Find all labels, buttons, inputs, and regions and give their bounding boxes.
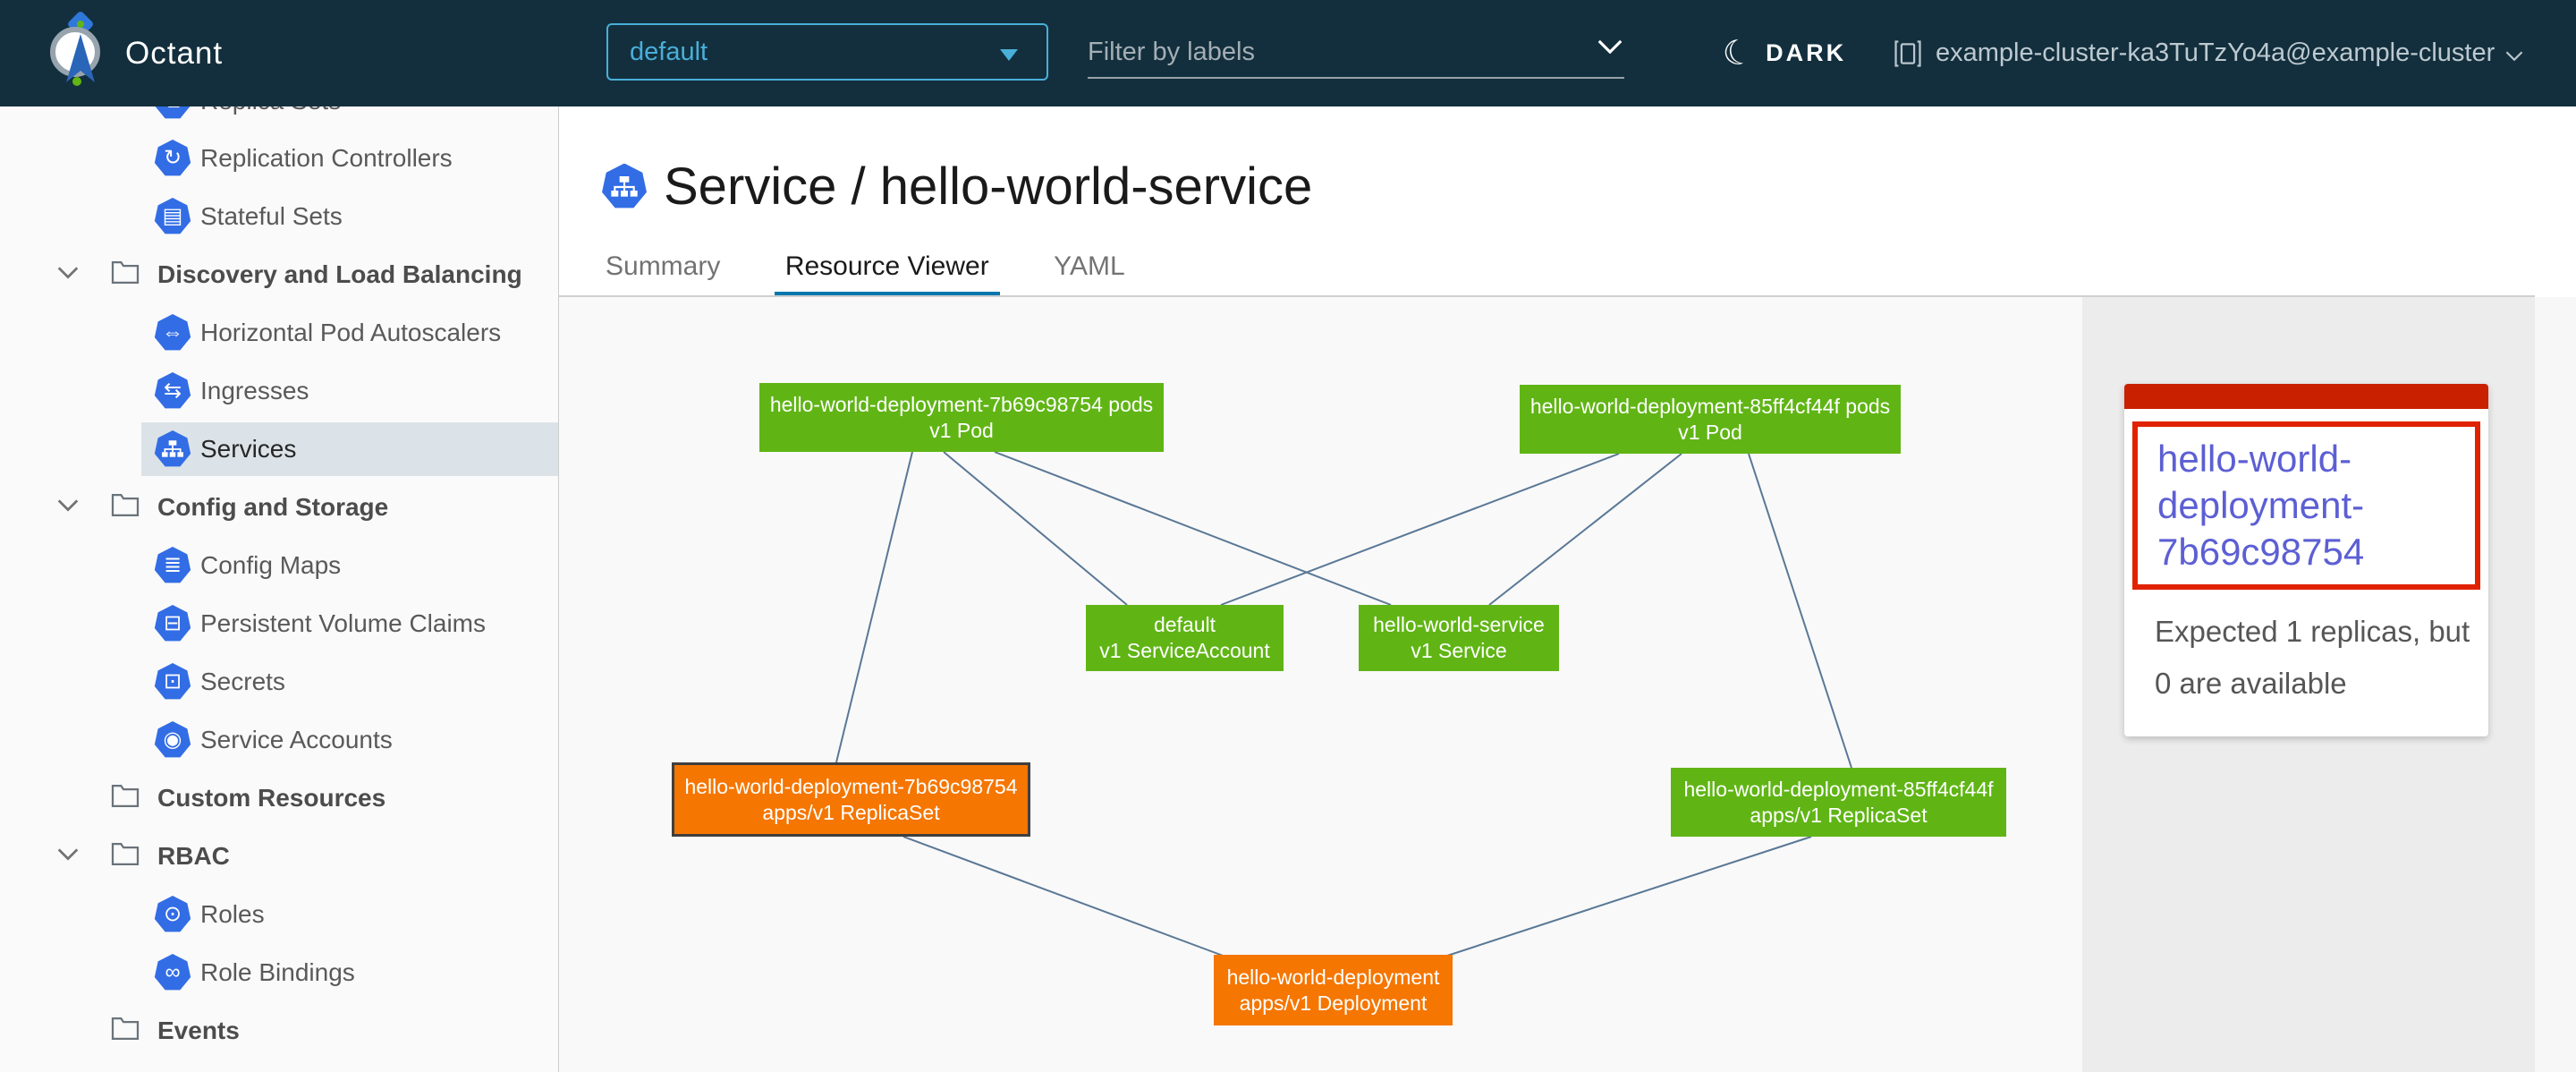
sidebar-item-ingresses[interactable]: ⇆ Ingresses — [0, 364, 558, 418]
graph-node-serviceaccount-default[interactable]: default v1 ServiceAccount — [1086, 605, 1284, 671]
sidebar-item-services[interactable]: Services — [0, 422, 558, 476]
service-accounts-icon: ◉ — [154, 721, 191, 759]
logo-bottom-dot — [72, 77, 81, 86]
folder-icon — [111, 260, 140, 289]
folder-icon — [111, 784, 140, 813]
replica-warning-message: Expected 1 replicas, but 0 are available — [2124, 590, 2488, 736]
graph-node-replicaset-7b69c98754[interactable]: hello-world-deployment-7b69c98754 apps/v… — [672, 762, 1030, 837]
moon-icon: ☾ — [1719, 33, 1756, 72]
sidebar-group-discovery-and-load-balancing[interactable]: Discovery and Load Balancing — [0, 248, 558, 302]
content-header: Service / hello-world-service Summary Re… — [559, 106, 2576, 297]
chevron-down-icon[interactable] — [57, 848, 79, 865]
resource-viewer-graph: hello-world-deployment-7b69c98754 pods v… — [559, 297, 2082, 1072]
detail-panel: hello-world-deployment-7b69c98754 Expect… — [2082, 297, 2535, 1072]
tab-yaml[interactable]: YAML — [1043, 241, 1135, 297]
chevron-down-icon — [2505, 49, 2523, 65]
graph-node-replicaset-85ff4cf44f[interactable]: hello-world-deployment-85ff4cf44f apps/v… — [1671, 768, 2006, 837]
resource-detail-card: hello-world-deployment-7b69c98754 Expect… — [2124, 384, 2488, 736]
dark-theme-label: DARK — [1766, 39, 1846, 67]
sidebar-item-roles[interactable]: ⊙ Roles — [0, 888, 558, 941]
sidebar-item-replication-controllers[interactable]: ↻ Replication Controllers — [0, 132, 558, 185]
secrets-icon: ⊡ — [154, 663, 191, 701]
cluster-context-selector[interactable]: example-cluster-ka3TuTzYo4a@example-clus… — [1893, 0, 2523, 106]
graph-node-pod-7b69c98754[interactable]: hello-world-deployment-7b69c98754 pods v… — [759, 383, 1164, 452]
role-bindings-icon: ∞ — [154, 954, 191, 991]
sidebar-item-stateful-sets[interactable]: ▤ Stateful Sets — [0, 190, 558, 243]
horizontal-pod-autoscalers-icon: ⇔ — [154, 314, 191, 352]
sidebar-group-custom-resources[interactable]: Custom Resources — [0, 771, 558, 825]
chevron-down-icon[interactable] — [1597, 39, 1623, 58]
sidebar-group-config-and-storage[interactable]: Config and Storage — [0, 481, 558, 534]
page-title-row: Service / hello-world-service — [601, 157, 1312, 217]
octant-logo-icon — [47, 9, 114, 98]
octant-app: Octant default ☾ DARK example-cluster-ka… — [0, 0, 2576, 1072]
sidebar-item-persistent-volume-claims[interactable]: ⊟ Persistent Volume Claims — [0, 597, 558, 651]
cluster-context-label: example-cluster-ka3TuTzYo4a@example-clus… — [1936, 38, 2495, 68]
tab-resource-viewer[interactable]: Resource Viewer — [775, 241, 1000, 297]
replica-sets-icon: ⧉ — [154, 106, 191, 120]
sidebar-item-service-accounts[interactable]: ◉ Service Accounts — [0, 713, 558, 767]
namespace-dropdown-value: default — [630, 38, 708, 67]
graph-node-service-hello-world[interactable]: hello-world-service v1 Service — [1359, 605, 1559, 671]
folder-icon — [111, 1017, 140, 1045]
graph-node-deployment-hello-world[interactable]: hello-world-deployment apps/v1 Deploymen… — [1214, 955, 1453, 1025]
sidebar-item-role-bindings[interactable]: ∞ Role Bindings — [0, 946, 558, 1000]
app-header: Octant default ☾ DARK example-cluster-ka… — [0, 0, 2576, 106]
app-title: Octant — [125, 0, 223, 106]
sidebar-group-rbac[interactable]: RBAC — [0, 830, 558, 883]
label-filter-input[interactable] — [1088, 27, 1624, 79]
config-maps-icon: ≣ — [154, 547, 191, 584]
ingresses-icon: ⇆ — [154, 372, 191, 410]
dark-theme-toggle[interactable]: ☾ DARK — [1723, 0, 1846, 106]
chevron-down-icon[interactable] — [57, 499, 79, 516]
services-icon — [154, 430, 191, 468]
sidebar-item-replica-sets[interactable]: ⧉ Replica Sets — [0, 106, 558, 128]
folder-icon — [111, 842, 140, 871]
namespace-dropdown[interactable]: default — [606, 23, 1048, 81]
folder-icon — [111, 493, 140, 522]
stateful-sets-icon: ▤ — [154, 198, 191, 235]
cluster-context-icon — [1893, 38, 1923, 69]
sidebar-group-events[interactable]: Events — [0, 1004, 558, 1058]
sidebar-item-horizontal-pod-autoscalers[interactable]: ⇔ Horizontal Pod Autoscalers — [0, 306, 558, 360]
error-highlight-box: hello-world-deployment-7b69c98754 — [2132, 421, 2480, 590]
sidebar-item-secrets[interactable]: ⊡ Secrets — [0, 655, 558, 709]
persistent-volume-claims-icon: ⊟ — [154, 605, 191, 642]
sidebar-nav: ⧉ Replica Sets ↻ Replication Controllers… — [0, 106, 559, 1072]
error-status-bar — [2124, 384, 2488, 409]
tab-bar: Summary Resource Viewer YAML — [595, 241, 1175, 297]
right-gutter — [2535, 297, 2576, 1072]
tab-summary[interactable]: Summary — [595, 241, 731, 297]
chevron-down-icon[interactable] — [57, 267, 79, 284]
graph-node-pod-85ff4cf44f[interactable]: hello-world-deployment-85ff4cf44f pods v… — [1520, 385, 1901, 454]
caret-down-icon — [1000, 49, 1018, 61]
resource-link[interactable]: hello-world-deployment-7b69c98754 — [2157, 436, 2466, 575]
roles-icon: ⊙ — [154, 896, 191, 933]
label-filter — [1088, 27, 1624, 79]
replication-controllers-icon: ↻ — [154, 140, 191, 177]
logo-top-dot — [77, 21, 84, 28]
page-title: Service / hello-world-service — [664, 157, 1312, 217]
service-kind-icon — [601, 164, 648, 210]
sidebar-item-config-maps[interactable]: ≣ Config Maps — [0, 539, 558, 592]
